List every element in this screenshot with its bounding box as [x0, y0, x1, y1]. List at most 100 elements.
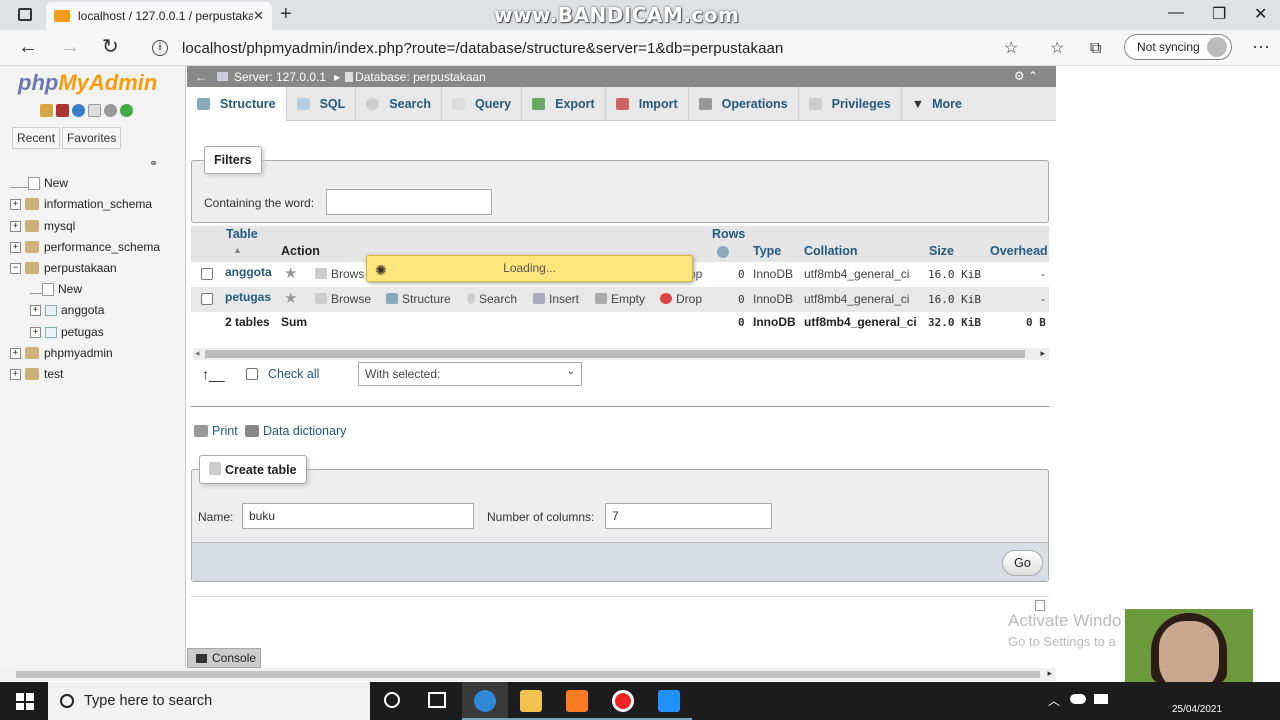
structure-link[interactable]: Structure [386, 292, 451, 306]
help-icon[interactable] [72, 104, 85, 117]
tree-item-perpustakaan[interactable]: − perpustakaan [10, 259, 117, 277]
size[interactable]: 16.0 KiB [928, 293, 981, 306]
new-tab-icon[interactable]: + [280, 4, 292, 24]
tree-item-new-table[interactable]: New [30, 280, 82, 298]
taskbar-app[interactable] [646, 682, 692, 720]
tree-item-phpmyadmin[interactable]: + phpmyadmin [10, 344, 113, 362]
scroll-right-icon[interactable]: ▸ [1047, 668, 1052, 679]
docs-icon[interactable] [88, 104, 101, 117]
expand-icon[interactable]: + [30, 304, 41, 316]
close-window-icon[interactable]: ✕ [1254, 4, 1267, 24]
tab-export[interactable]: Export [522, 87, 606, 121]
expand-icon[interactable]: + [10, 198, 21, 210]
expand-icon[interactable]: + [10, 368, 21, 380]
search-link[interactable]: Search [467, 292, 517, 306]
favorite-star-icon[interactable]: ★ [284, 289, 297, 307]
scrollbar-thumb[interactable] [205, 350, 1025, 358]
toggle-icon[interactable] [1035, 600, 1045, 611]
favorite-star-icon[interactable]: ★ [284, 264, 297, 282]
taskbar-explorer[interactable] [508, 682, 554, 720]
home-icon[interactable] [40, 104, 53, 117]
tab-more[interactable]: ▼ More [902, 87, 972, 121]
taskbar-date[interactable]: 25/04/2021 [1172, 704, 1222, 715]
size[interactable]: 16.0 KiB [928, 268, 981, 281]
battery-icon[interactable] [1094, 694, 1108, 704]
favorites-tab[interactable]: Favorites [62, 127, 122, 149]
breadcrumb-server[interactable]: Server: 127.0.0.1 [234, 70, 326, 84]
taskbar-edge[interactable] [462, 682, 508, 720]
data-dictionary-link[interactable]: Data dictionary [245, 424, 346, 438]
col-rows[interactable]: Rows [712, 227, 745, 241]
back-icon[interactable]: ← [18, 36, 38, 58]
col-table[interactable]: Table [226, 227, 258, 241]
cortana-icon[interactable] [384, 692, 400, 708]
address-bar[interactable]: i localhost/phpmyadmin/index.php?route=/… [142, 33, 1038, 63]
tab-search[interactable]: Search [356, 87, 442, 121]
filter-input[interactable] [326, 189, 492, 215]
link-with-main-icon[interactable]: ⚭ [149, 157, 158, 170]
tab-privileges[interactable]: Privileges [799, 87, 902, 121]
tab-operations[interactable]: Operations [689, 87, 799, 121]
tab-query[interactable]: Query [442, 87, 523, 121]
scroll-left-icon[interactable]: ◂ [195, 348, 200, 359]
tab-import[interactable]: Import [606, 87, 689, 121]
col-size[interactable]: Size [929, 244, 954, 258]
more-menu-icon[interactable]: ··· [1252, 36, 1270, 57]
phpmyadmin-logo[interactable]: phpMyAdmin [18, 70, 157, 96]
expand-icon[interactable]: + [10, 220, 21, 232]
profile-sync-button[interactable]: Not syncing [1124, 34, 1232, 60]
maximize-icon[interactable]: ❐ [1212, 4, 1226, 24]
minimize-icon[interactable]: — [1168, 4, 1184, 22]
tab-actions-icon[interactable] [18, 8, 32, 21]
close-tab-icon[interactable]: ✕ [253, 8, 264, 24]
windows-start-icon[interactable] [16, 693, 34, 710]
table-scrollbar[interactable]: ◂ ▸ [193, 348, 1049, 360]
table-name-input[interactable]: buku [242, 503, 474, 529]
page-horizontal-scrollbar[interactable]: ▸ [0, 668, 1056, 681]
go-button[interactable]: Go [1002, 550, 1043, 576]
refresh-icon[interactable]: ↻ [102, 36, 119, 58]
tree-item-petugas[interactable]: + petugas [30, 323, 104, 341]
console-button[interactable]: Console [187, 648, 261, 668]
row-checkbox[interactable] [201, 293, 213, 305]
col-collation[interactable]: Collation [804, 244, 857, 258]
with-selected-select[interactable]: With selected: ⌄ [358, 362, 582, 386]
row-checkbox[interactable] [201, 268, 213, 280]
page-settings-icon[interactable]: ⚙ ⌃ [1014, 69, 1038, 83]
taskbar-bandicam[interactable] [600, 682, 646, 720]
task-view-icon[interactable] [428, 692, 446, 708]
collapse-nav-icon[interactable]: ← [195, 70, 207, 84]
taskbar-xampp[interactable] [554, 682, 600, 720]
col-type[interactable]: Type [753, 244, 781, 258]
check-all-checkbox[interactable] [246, 368, 258, 380]
expand-icon[interactable]: + [10, 241, 21, 253]
browse-link[interactable]: Browse [315, 292, 371, 306]
tree-item-test[interactable]: + test [10, 365, 63, 383]
drop-link[interactable]: Drop [660, 292, 702, 306]
site-info-icon[interactable]: i [152, 40, 168, 56]
favorite-add-icon[interactable]: ☆ [1004, 38, 1018, 60]
forward-icon[interactable]: → [60, 36, 80, 58]
expand-icon[interactable]: + [10, 347, 21, 359]
breadcrumb-database[interactable]: Database: perpustakaan [355, 70, 486, 84]
scroll-right-icon[interactable]: ▸ [1040, 348, 1045, 359]
insert-link[interactable]: Insert [533, 292, 579, 306]
settings-icon[interactable] [104, 104, 117, 117]
tree-item-information-schema[interactable]: + information_schema [10, 195, 152, 213]
logout-icon[interactable] [56, 104, 69, 117]
table-name-link[interactable]: anggota [225, 265, 272, 279]
collections-icon[interactable]: ⧉ [1090, 38, 1101, 60]
browser-tab[interactable]: localhost / 127.0.0.1 / perpustaka ✕ [46, 2, 272, 30]
browse-link[interactable]: Brows [315, 267, 364, 281]
tree-item-anggota[interactable]: + anggota [30, 301, 104, 319]
tree-item-mysql[interactable]: + mysql [10, 217, 75, 235]
tab-sql[interactable]: SQL [287, 87, 357, 121]
expand-icon[interactable]: + [30, 326, 41, 338]
onedrive-icon[interactable] [1070, 694, 1086, 704]
favorites-icon[interactable]: ☆ [1050, 38, 1064, 60]
tree-item-performance-schema[interactable]: + performance_schema [10, 238, 160, 256]
scrollbar-thumb[interactable] [16, 671, 1040, 678]
taskbar-search[interactable]: Type here to search [48, 682, 370, 720]
tree-item-new[interactable]: New [10, 174, 68, 192]
print-link[interactable]: Print [194, 424, 238, 438]
